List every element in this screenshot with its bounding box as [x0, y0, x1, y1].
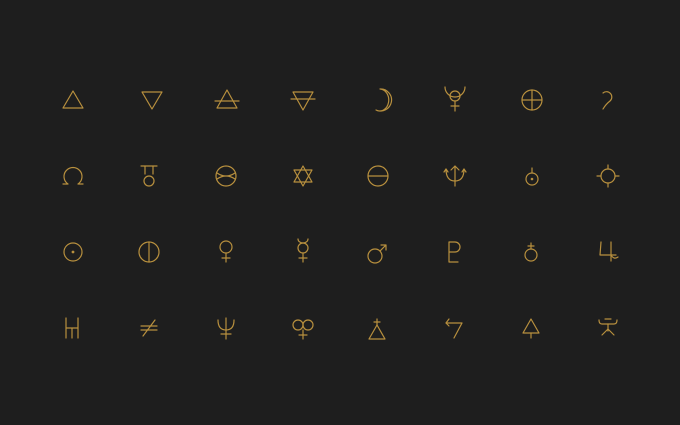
- neptune-glyph-icon: [217, 317, 235, 340]
- pluto-pl-glyph-icon: [448, 241, 461, 263]
- lead-triangle-icon: [522, 318, 540, 339]
- sun-circle-dot-icon: [63, 242, 83, 262]
- venus-glyph-icon: [219, 240, 233, 263]
- crossed-slash-icon: [140, 319, 158, 337]
- orb-cross-icon: [524, 242, 538, 262]
- symbol-canvas: [0, 0, 680, 425]
- pluto-bident-icon: [444, 86, 466, 112]
- jupiter-glyph-icon: [599, 241, 619, 262]
- tau-cross-icon: [598, 318, 618, 336]
- omega-ligature-icon: [62, 166, 84, 185]
- earth-triangle-icon: [290, 91, 316, 111]
- hexagram-star-icon: [293, 165, 313, 187]
- trident-arrow-icon: [443, 165, 467, 187]
- crescent-moon-icon: [375, 88, 393, 112]
- air-triangle-icon: [214, 89, 240, 109]
- water-triangle-icon: [141, 91, 163, 110]
- twin-loops-glyph-icon: [292, 319, 314, 340]
- circle-dot-orb-icon: [525, 167, 539, 186]
- horizon-circle-icon: [367, 165, 389, 187]
- fire-triangle-icon: [62, 90, 84, 109]
- uranus-glyph-icon: [140, 165, 158, 187]
- halved-circle-icon: [138, 241, 160, 263]
- bent-arrow-icon: [445, 318, 463, 339]
- crescent-curl-icon: [602, 91, 613, 110]
- earth-cross-circle-icon: [521, 89, 543, 111]
- sulfur-triangle-icon: [368, 318, 386, 340]
- circle-flame-orb-icon: [596, 164, 620, 188]
- mercury-glyph-icon: [297, 238, 309, 263]
- salt-circle-icon: [215, 165, 237, 187]
- alchemy-symbol-grid: [62, 86, 620, 340]
- mars-glyph-icon: [367, 244, 387, 264]
- antimony-bars-icon: [65, 317, 79, 339]
